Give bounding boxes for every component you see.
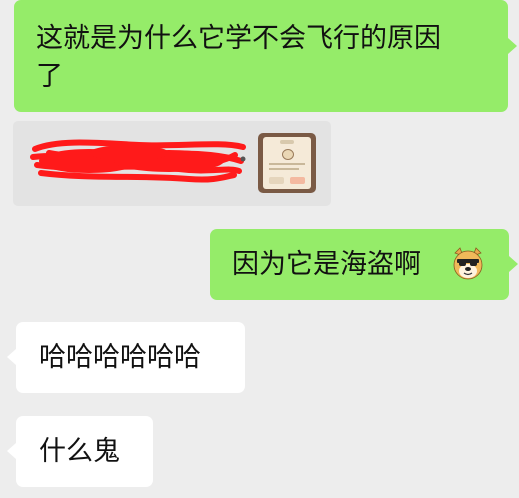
message-text-line: 了: [36, 61, 63, 92]
thumbnail-title-bar: [280, 140, 294, 144]
message-text: 哈哈哈哈哈哈: [39, 342, 201, 373]
redaction-scribble: [30, 139, 246, 183]
bubble-tail: [7, 443, 16, 459]
bubble-tail: [509, 256, 518, 272]
thumbnail-text-line: [269, 163, 305, 165]
incoming-message-bubble[interactable]: 哈哈哈哈哈哈: [7, 322, 245, 393]
outgoing-message-bubble[interactable]: 这就是为什么它学不会飞行的原因 了: [14, 0, 517, 112]
incoming-message-bubble[interactable]: 什么鬼: [7, 416, 153, 487]
bubble-tail: [7, 349, 16, 365]
thumbnail-button: [290, 177, 305, 184]
message-text-line: 这就是为什么它学不会飞行的原因: [36, 23, 441, 54]
thumbnail-dialog-card: [263, 137, 311, 189]
thumbnail-cat-icon: [282, 149, 294, 160]
outgoing-message-bubble[interactable]: 因为它是海盗啊: [210, 229, 518, 300]
doge-sunglasses-icon: [453, 247, 483, 280]
thumbnail-button: [269, 177, 284, 184]
quoted-image-thumbnail[interactable]: [258, 133, 316, 193]
bubble-tail: [508, 38, 517, 54]
message-text: 什么鬼: [39, 436, 120, 467]
thumbnail-text-line: [269, 168, 299, 170]
message-text: 因为它是海盗啊: [232, 249, 421, 280]
